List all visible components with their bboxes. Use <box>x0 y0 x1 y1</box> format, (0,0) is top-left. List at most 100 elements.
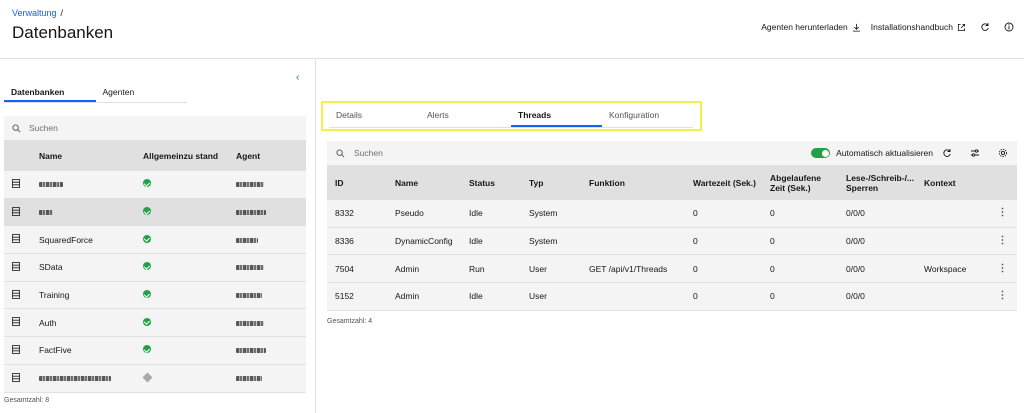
thread-wait-time: 0 <box>693 236 698 247</box>
thread-type: System <box>529 208 558 219</box>
column-header-status[interactable]: Status <box>461 178 521 188</box>
thread-elapsed-time: 0 <box>770 236 775 247</box>
status-ok-icon <box>143 317 151 326</box>
thread-elapsed-time: 0 <box>770 208 775 219</box>
column-header-name[interactable]: Name <box>387 178 461 188</box>
info-icon <box>1004 22 1014 32</box>
table-row[interactable] <box>4 198 306 227</box>
table-settings-button[interactable] <box>989 148 1017 158</box>
sliders-icon <box>971 149 979 157</box>
thread-status: Idle <box>469 236 483 247</box>
database-table: Name Allgemeinzu stand Agent SquaredForc… <box>4 141 306 393</box>
page-header: Verwaltung / Datenbanken Agenten herunter… <box>0 0 1024 58</box>
download-icon <box>852 23 860 32</box>
redacted-agent <box>236 210 266 216</box>
database-icon <box>12 317 20 327</box>
tab-datenbanken[interactable]: Datenbanken <box>4 84 96 102</box>
column-header-kontext[interactable]: Kontext <box>916 178 988 188</box>
thread-wait-time: 0 <box>693 263 698 274</box>
table-row[interactable]: 5152 Admin Idle User 0 0 0/0/0 ⋮ <box>327 283 1017 311</box>
status-ok-icon <box>143 234 151 243</box>
tab-agenten[interactable]: Agenten <box>96 84 188 102</box>
search-icon <box>336 148 345 157</box>
column-header-funktion[interactable]: Funktion <box>581 178 685 188</box>
auto-refresh-toggle[interactable] <box>811 148 831 158</box>
thread-elapsed-time: 0 <box>770 291 775 302</box>
tab-alerts[interactable]: Alerts <box>420 106 511 127</box>
thread-id: 5152 <box>335 291 354 302</box>
column-header-name[interactable]: Name <box>39 151 143 161</box>
database-total-count: Gesamtzahl: 8 <box>4 397 50 404</box>
redacted-agent <box>236 320 264 326</box>
thread-name: DynamicConfig <box>395 236 453 247</box>
thread-id: 7504 <box>335 263 354 274</box>
filter-settings-button[interactable] <box>961 148 989 158</box>
table-row[interactable]: Auth <box>4 309 306 338</box>
status-ok-icon <box>143 207 151 216</box>
tab-threads[interactable]: Threads <box>511 106 602 127</box>
table-row[interactable]: Training <box>4 281 306 310</box>
install-manual-link[interactable]: Installationshandbuch <box>871 22 966 32</box>
gear-icon <box>998 148 1008 158</box>
redacted-agent <box>236 182 264 188</box>
table-row[interactable]: SquaredForce <box>4 226 306 255</box>
threads-search-input[interactable]: Suchen <box>327 148 811 158</box>
database-name: SquaredForce <box>39 234 93 245</box>
column-header-sperren[interactable]: Lese-/Schreib-/... Sperren <box>838 173 916 193</box>
table-row[interactable] <box>4 364 306 393</box>
refresh-icon <box>981 23 989 31</box>
threads-table: ID Name Status Typ Funktion Wartezeit (S… <box>327 165 1017 311</box>
status-ok-icon <box>143 345 151 354</box>
thread-name: Admin <box>395 263 420 274</box>
overflow-menu-icon[interactable]: ⋮ <box>988 291 1017 301</box>
thread-context: Workspace <box>924 263 967 274</box>
search-icon <box>12 123 21 132</box>
page-title: Datenbanken <box>12 23 114 42</box>
overflow-menu-icon[interactable]: ⋮ <box>988 236 1017 246</box>
table-row[interactable]: 8336 DynamicConfig Idle System 0 0 0/0/0 ⋮ <box>327 227 1017 256</box>
refresh-threads-button[interactable] <box>933 148 961 158</box>
table-row[interactable] <box>4 171 306 199</box>
breadcrumb-link-verwaltung[interactable]: Verwaltung <box>12 8 57 18</box>
download-agents-button[interactable]: Agenten herunterladen <box>761 22 861 32</box>
column-header-typ[interactable]: Typ <box>521 178 581 188</box>
redacted-agent <box>236 237 258 243</box>
external-link-icon <box>957 23 966 31</box>
refresh-icon <box>943 149 951 157</box>
overflow-menu-icon[interactable]: ⋮ <box>988 208 1017 218</box>
table-row[interactable]: FactFive <box>4 337 306 365</box>
database-name: Auth <box>39 317 57 328</box>
thread-type: User <box>529 291 547 302</box>
table-header: ID Name Status Typ Funktion Wartezeit (S… <box>327 165 1017 200</box>
column-header-agent[interactable]: Agent <box>236 151 306 161</box>
table-row[interactable]: 8332 Pseudo Idle System 0 0 0/0/0 ⋮ <box>327 200 1017 228</box>
database-name: Training <box>39 290 70 301</box>
thread-elapsed-time: 0 <box>770 263 775 274</box>
table-row[interactable]: SData <box>4 254 306 282</box>
redacted-name <box>39 210 53 216</box>
tab-konfiguration[interactable]: Konfiguration <box>602 106 693 127</box>
refresh-button[interactable] <box>976 22 990 32</box>
database-icon <box>12 206 20 216</box>
column-header-id[interactable]: ID <box>327 178 387 188</box>
status-unknown-icon <box>142 372 153 383</box>
database-search-input[interactable]: Suchen <box>4 116 306 141</box>
database-icon <box>12 372 20 382</box>
overflow-menu-icon[interactable]: ⋮ <box>988 263 1017 274</box>
collapse-panel-chevron-icon[interactable]: ‹ <box>296 72 299 83</box>
thread-status: Idle <box>469 291 483 302</box>
auto-refresh-label: Automatisch aktualisieren <box>836 148 933 158</box>
column-header-status[interactable]: Allgemeinzu stand <box>143 151 236 161</box>
thread-wait-time: 0 <box>693 208 698 219</box>
panel-divider <box>315 59 316 413</box>
column-header-wartezeit[interactable]: Wartezeit (Sek.) <box>685 178 762 188</box>
redacted-agent <box>236 265 264 271</box>
tab-details[interactable]: Details <box>329 106 420 127</box>
thread-locks: 0/0/0 <box>846 263 865 274</box>
thread-type: User <box>529 263 547 274</box>
redacted-name <box>39 376 111 382</box>
thread-id: 8336 <box>335 236 354 247</box>
info-button[interactable] <box>1000 22 1014 32</box>
table-row[interactable]: 7504 Admin Run User GET /api/v1/Threads 0 0 0/0… <box>327 255 1017 284</box>
column-header-abgelaufene-zeit[interactable]: Abgelaufene Zeit (Sek.) <box>762 173 838 193</box>
